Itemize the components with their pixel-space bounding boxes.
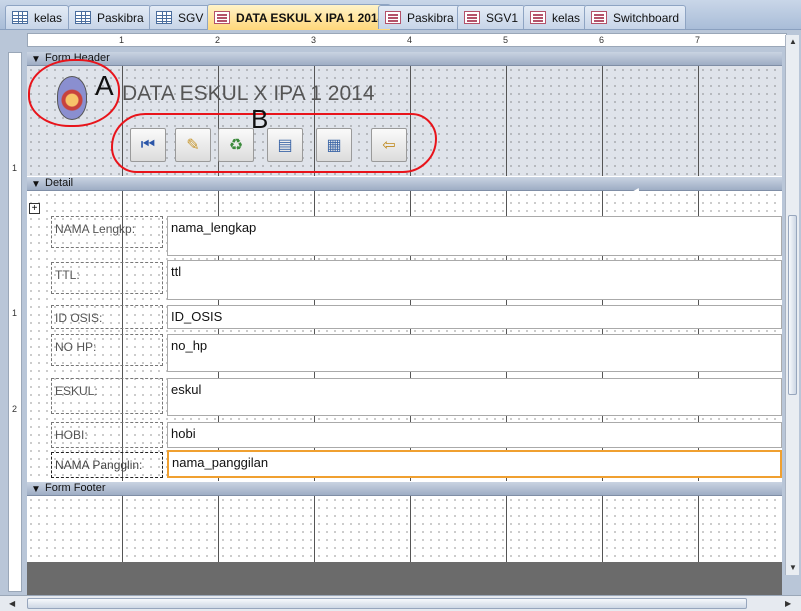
tab-data-eskul-form[interactable]: DATA ESKUL X IPA 1 2014	[207, 4, 392, 30]
form-icon	[385, 11, 401, 24]
ruler-number: 2	[215, 35, 221, 45]
section-arrow-icon: ▼	[31, 484, 41, 495]
scroll-up-icon[interactable]: ▲	[789, 37, 797, 46]
section-arrow-icon: ▼	[31, 179, 41, 190]
field-label[interactable]: ID OSIS:	[51, 305, 163, 329]
tab-kelas-table[interactable]: kelas	[5, 5, 70, 29]
scroll-thumb[interactable]	[788, 215, 797, 395]
form-footer-bar[interactable]: ▼ Form Footer	[27, 482, 782, 496]
field-label[interactable]: TTL:	[51, 262, 163, 294]
section-label: Detail	[45, 177, 74, 189]
scroll-thumb[interactable]	[27, 598, 747, 609]
text-box-no-hp[interactable]: no_hp	[167, 334, 782, 372]
tab-label: Paskibra	[407, 10, 454, 25]
annotation-circle-b	[111, 113, 437, 173]
detail-bar[interactable]: ▼ Detail	[27, 177, 782, 191]
document-tab-bar: kelas Paskibra SGV DATA ESKUL X IPA 1 20…	[0, 0, 801, 30]
section-arrow-icon: ▼	[31, 54, 41, 65]
form-title-label[interactable]: DATA ESKUL X IPA 1 2014	[122, 82, 375, 106]
text-box-eskul[interactable]: eskul	[167, 378, 782, 416]
table-icon	[12, 11, 28, 24]
tab-label: SGV	[178, 10, 204, 25]
scroll-right-icon[interactable]: ▶	[785, 599, 791, 608]
text-box-ttl[interactable]: ttl	[167, 260, 782, 300]
tab-label: Switchboard	[613, 10, 680, 25]
text-box-nama-panggilan[interactable]: nama_panggilan	[167, 450, 782, 478]
tab-paskibra-form[interactable]: Paskibra	[378, 5, 461, 29]
field-label[interactable]: NAMA Lengkp:	[51, 216, 163, 248]
scroll-down-icon[interactable]: ▼	[789, 563, 797, 572]
form-grid: ▼ Form Header DATA ESKUL X IPA 1 2014 ⏮ …	[27, 52, 782, 595]
annotation-label-b: B	[251, 104, 269, 134]
field-label[interactable]: ESKUL:	[51, 378, 163, 414]
horizontal-scrollbar[interactable]: ◀ ▶	[0, 595, 801, 611]
tab-kelas-form[interactable]: kelas	[523, 5, 588, 29]
tab-sgv1-form[interactable]: SGV1	[457, 5, 526, 29]
table-icon	[156, 11, 172, 24]
horizontal-ruler: 1 2 3 4 5 6 7	[27, 33, 787, 47]
annotation-label-a: A	[95, 70, 114, 101]
form-icon	[464, 11, 480, 24]
form-header-bar[interactable]: ▼ Form Header	[27, 52, 782, 66]
tab-paskibra-table[interactable]: Paskibra	[68, 5, 151, 29]
empty-surface	[27, 562, 782, 595]
tab-switchboard-form[interactable]: Switchboard	[584, 5, 687, 29]
ruler-number: 7	[695, 35, 701, 45]
tab-label: kelas	[552, 10, 581, 25]
ruler-number: 1	[119, 35, 125, 45]
tab-label: Paskibra	[97, 10, 144, 25]
ruler-number: 5	[503, 35, 509, 45]
ruler-number: 1	[12, 163, 18, 173]
field-label[interactable]: HOBI:	[51, 422, 163, 448]
tab-label: DATA ESKUL X IPA 1 2014	[236, 10, 385, 25]
text-box-hobi[interactable]: hobi	[167, 422, 782, 448]
table-icon	[75, 11, 91, 24]
ruler-number: 3	[311, 35, 317, 45]
vertical-scrollbar[interactable]: ▲ ▼	[785, 35, 799, 575]
ruler-number: 6	[599, 35, 605, 45]
move-handle-icon[interactable]: +	[29, 203, 40, 214]
tab-sgv-table[interactable]: SGV	[149, 5, 211, 29]
ruler-number: 1	[12, 308, 18, 318]
tab-label: SGV1	[486, 10, 519, 25]
text-box-id-osis[interactable]: ID_OSIS	[167, 305, 782, 329]
vertical-ruler: 1 1 2	[8, 52, 22, 592]
ruler-number: 2	[12, 404, 18, 414]
scroll-left-icon[interactable]: ◀	[9, 599, 15, 608]
tab-label: kelas	[34, 10, 63, 25]
form-design-surface: 1 2 3 4 5 6 7 1 1 2 ▼ Form Header DATA E…	[0, 30, 801, 595]
ruler-number: 4	[407, 35, 413, 45]
form-icon	[591, 11, 607, 24]
form-icon	[530, 11, 546, 24]
text-box-nama-lengkap[interactable]: nama_lengkap	[167, 216, 782, 256]
field-label-selected[interactable]: NAMA Pangglin:	[51, 452, 163, 478]
section-label: Form Footer	[45, 482, 106, 494]
field-label[interactable]: NO HP:	[51, 334, 163, 366]
form-icon	[214, 11, 230, 24]
